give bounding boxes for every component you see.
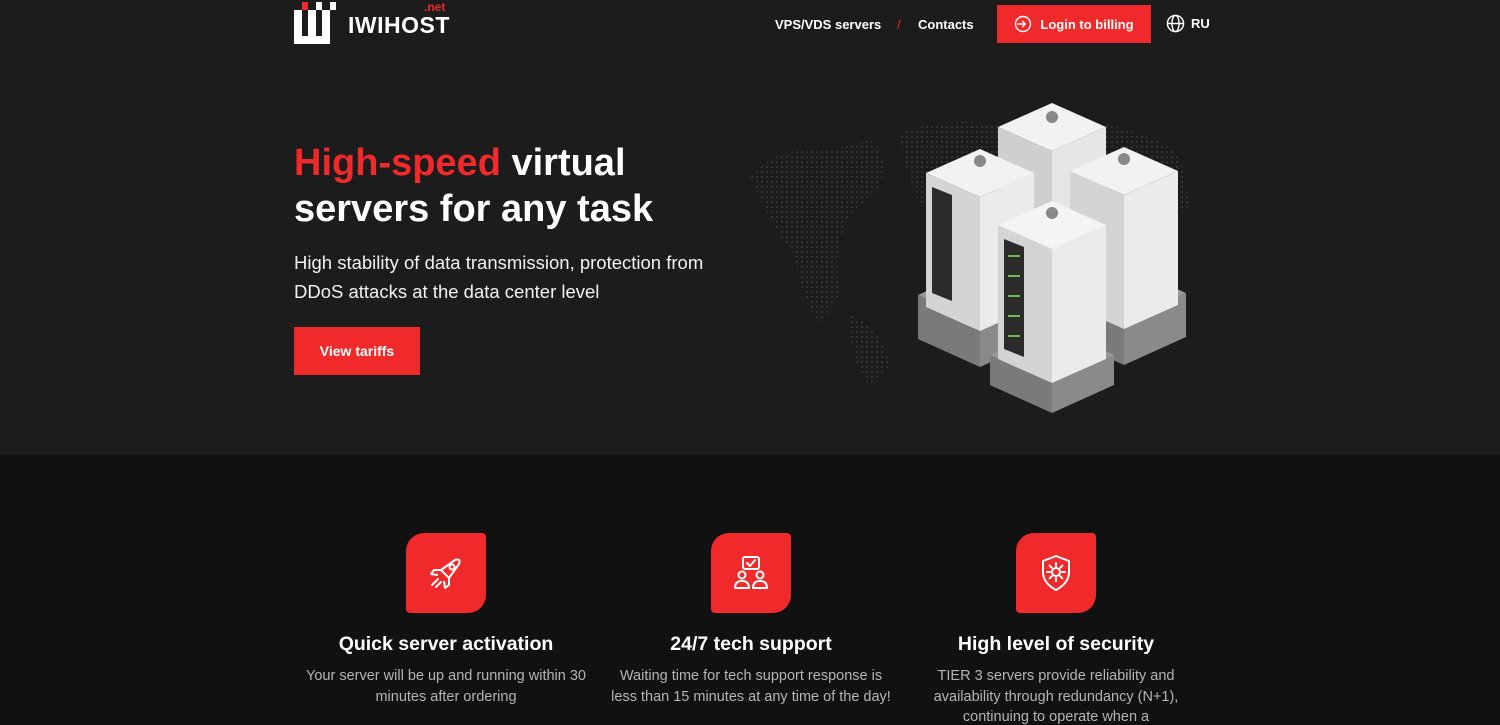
server-rack-front (990, 201, 1114, 413)
nav-link-vps[interactable]: VPS/VDS servers (775, 17, 881, 32)
feature-title: 24/7 tech support (670, 633, 832, 655)
nav-separator: / (897, 17, 901, 32)
logo-mark-icon (294, 2, 336, 44)
logo-suffix: .net (424, 0, 446, 14)
globe-icon (1166, 14, 1185, 33)
server-illustration (750, 103, 1190, 413)
language-switcher[interactable]: RU (1166, 14, 1210, 33)
language-label: RU (1191, 16, 1210, 31)
login-to-billing-button[interactable]: Login to billing (997, 5, 1151, 43)
hero-subtitle: High stability of data transmission, pro… (294, 252, 704, 302)
feature-tech-support: 24/7 tech support Waiting time for tech … (601, 533, 901, 707)
nav-link-contacts[interactable]: Contacts (918, 17, 974, 32)
feature-security: High level of security TIER 3 servers pr… (906, 533, 1206, 725)
login-icon (1015, 15, 1032, 33)
feature-title: Quick server activation (338, 633, 554, 655)
support-team-icon (734, 556, 768, 589)
logo-text: IWIHOST (348, 12, 450, 38)
feature-title: High level of security (957, 633, 1155, 655)
feature-icon-box (406, 533, 486, 613)
feature-text: TIER 3 servers provide reliability and a… (933, 668, 1179, 725)
login-label: Login to billing (1040, 16, 1134, 32)
hero-title-accent: High-speed (294, 142, 501, 184)
feature-text: Your server will be up and running withi… (306, 668, 586, 705)
site-logo[interactable]: IWIHOST .net (294, 0, 464, 46)
feature-icon-box (1016, 533, 1096, 613)
feature-text: Waiting time for tech support response i… (611, 668, 891, 705)
feature-icon-box (711, 533, 791, 613)
feature-quick-activation: Quick server activation Your server will… (296, 533, 596, 707)
rocket-icon (430, 558, 461, 589)
view-tariffs-button[interactable]: View tariffs (294, 327, 420, 375)
hero-title: High-speed virtual servers for any task (294, 140, 734, 232)
shield-gear-icon (1042, 555, 1070, 591)
